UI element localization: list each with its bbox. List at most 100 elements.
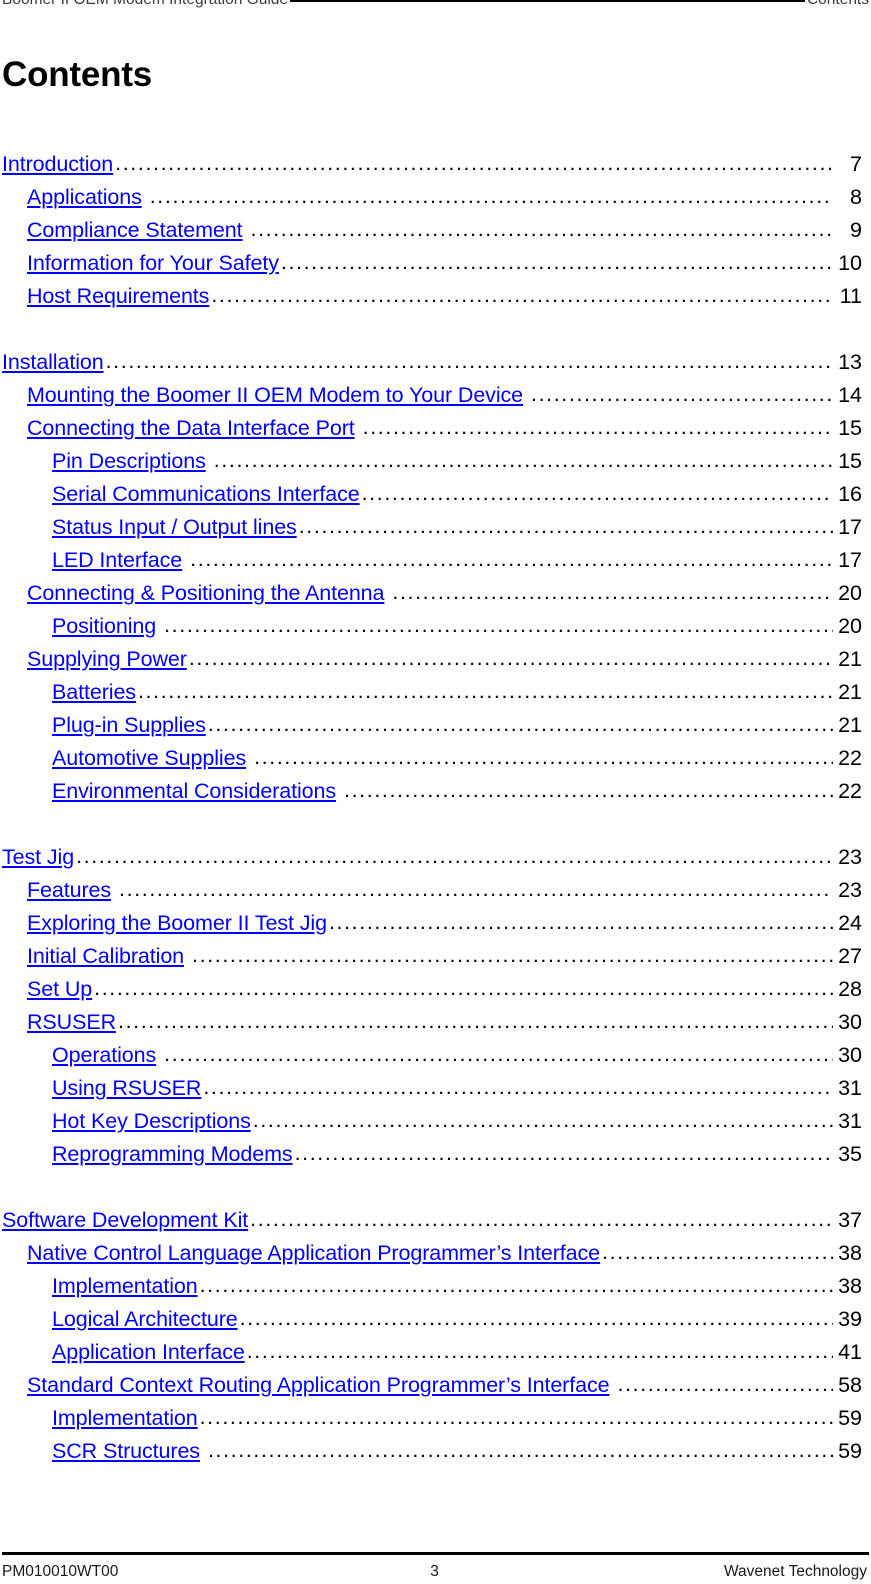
toc-entry-level-3[interactable]: Pin Descriptions 15: [0, 445, 871, 478]
toc-entry-level-3[interactable]: Environmental Considerations 22: [0, 775, 871, 808]
toc-entry-level-3[interactable]: Application Interface 41: [0, 1336, 871, 1369]
toc-entry-link[interactable]: Application Interface: [52, 1336, 245, 1369]
toc-entry-level-2[interactable]: Connecting the Data Interface Port 15: [0, 412, 871, 445]
toc-entry-level-2[interactable]: Native Control Language Application Prog…: [0, 1237, 871, 1270]
toc-entry-level-2[interactable]: Set Up 28: [0, 973, 871, 1006]
toc-entry-link[interactable]: Logical Architecture: [52, 1303, 238, 1336]
toc-entry-level-3[interactable]: Operations 30: [0, 1039, 871, 1072]
toc-entry-link[interactable]: Reprogramming Modems: [52, 1138, 293, 1171]
toc-page-number: 17: [838, 548, 862, 572]
toc-entry-link[interactable]: Supplying Power: [27, 643, 187, 676]
toc-entry-level-3[interactable]: Reprogramming Modems 35: [0, 1138, 871, 1171]
toc-dot-leader: [253, 1105, 833, 1137]
toc-page-number: 8: [850, 185, 862, 209]
toc-entry-link[interactable]: Operations: [52, 1039, 156, 1072]
toc-entry-link[interactable]: LED Interface: [52, 544, 182, 577]
toc-page-number: 39: [838, 1307, 862, 1331]
toc-entry-link[interactable]: Hot Key Descriptions: [52, 1105, 251, 1138]
toc-entry-level-3[interactable]: Batteries 21: [0, 676, 871, 709]
toc-entry-level-3[interactable]: Positioning 20: [0, 610, 871, 643]
toc-entry-link[interactable]: RSUSER: [27, 1006, 116, 1039]
toc-entry-link[interactable]: Compliance Statement: [27, 214, 243, 247]
toc-entry-link[interactable]: Positioning: [52, 610, 156, 643]
toc-entry-level-3[interactable]: SCR Structures 59: [0, 1435, 871, 1468]
toc-entry-link[interactable]: Applications: [27, 181, 142, 214]
toc-dot-leader: [164, 1039, 833, 1071]
toc-entry-link[interactable]: Standard Context Routing Application Pro…: [27, 1369, 610, 1402]
toc-dot-leader: [200, 1270, 833, 1302]
toc-entry-link[interactable]: Pin Descriptions: [52, 445, 206, 478]
header-left-text: Boomer II OEM Modem Integration Guide: [2, 0, 288, 9]
toc-dot-leader: [76, 841, 833, 873]
toc-entry-link[interactable]: Features: [27, 874, 111, 907]
toc-dot-leader: [344, 775, 833, 807]
toc-entry-level-2[interactable]: Supplying Power 21: [0, 643, 871, 676]
toc-entry-level-2[interactable]: Information for Your Safety 10: [0, 247, 871, 280]
toc-entry-level-1[interactable]: Introduction 7: [0, 148, 871, 181]
toc-entry-link[interactable]: Serial Communications Interface: [52, 478, 360, 511]
toc-page-number: 30: [838, 1010, 862, 1034]
toc-entry-link[interactable]: Initial Calibration: [27, 940, 184, 973]
toc-entry-level-2[interactable]: Features 23: [0, 874, 871, 907]
toc-entry-level-3[interactable]: LED Interface 17: [0, 544, 871, 577]
toc-entry-link[interactable]: Installation: [2, 346, 104, 379]
toc-entry-level-3[interactable]: Using RSUSER 31: [0, 1072, 871, 1105]
toc-entry-link[interactable]: Exploring the Boomer II Test Jig: [27, 907, 327, 940]
toc-entry-link[interactable]: Plug-in Supplies: [52, 709, 206, 742]
toc-entry-level-2[interactable]: Connecting & Positioning the Antenna 20: [0, 577, 871, 610]
toc-entry-level-3[interactable]: Plug-in Supplies 21: [0, 709, 871, 742]
toc-dot-leader: [247, 1336, 833, 1368]
toc-entry-link[interactable]: Introduction: [2, 148, 113, 181]
toc-entry-level-3[interactable]: Implementation 38: [0, 1270, 871, 1303]
toc-entry-level-2[interactable]: Mounting the Boomer II OEM Modem to Your…: [0, 379, 871, 412]
toc-entry-link[interactable]: Implementation: [52, 1402, 198, 1435]
toc-entry-level-2[interactable]: Host Requirements 11: [0, 280, 871, 313]
toc-entry-link[interactable]: Mounting the Boomer II OEM Modem to Your…: [27, 379, 523, 412]
toc-dot-leader: [164, 610, 833, 642]
toc-entry-link[interactable]: Host Requirements: [27, 280, 209, 313]
toc-entry-level-2[interactable]: Compliance Statement 9: [0, 214, 871, 247]
toc-entry-link[interactable]: Implementation: [52, 1270, 198, 1303]
toc-entry-level-3[interactable]: Automotive Supplies 22: [0, 742, 871, 775]
toc-dot-leader: [251, 214, 834, 246]
toc-dot-leader: [329, 907, 833, 939]
toc-entry-level-2[interactable]: RSUSER 30: [0, 1006, 871, 1039]
toc-entry-level-3[interactable]: Logical Architecture 39: [0, 1303, 871, 1336]
toc-entry-link[interactable]: Batteries: [52, 676, 136, 709]
toc-entry-link[interactable]: Status Input / Output lines: [52, 511, 297, 544]
toc-entry-link[interactable]: Set Up: [27, 973, 92, 1006]
toc-page-number: 13: [838, 350, 862, 374]
toc-entry-link[interactable]: Using RSUSER: [52, 1072, 201, 1105]
toc-entry-link[interactable]: Native Control Language Application Prog…: [27, 1237, 600, 1270]
toc-entry-level-3[interactable]: Hot Key Descriptions 31: [0, 1105, 871, 1138]
toc-entry-link[interactable]: Software Development Kit: [2, 1204, 248, 1237]
toc-dot-leader: [254, 742, 833, 774]
toc-dot-leader: [602, 1237, 833, 1269]
toc-entry-level-2[interactable]: Standard Context Routing Application Pro…: [0, 1369, 871, 1402]
toc-entry-level-3[interactable]: Status Input / Output lines 17: [0, 511, 871, 544]
toc-entry-link[interactable]: Information for Your Safety: [27, 247, 279, 280]
header-divider: [290, 0, 805, 2]
toc-entry-link[interactable]: Automotive Supplies: [52, 742, 246, 775]
toc-entry-link[interactable]: SCR Structures: [52, 1435, 200, 1468]
toc-entry-level-2[interactable]: Initial Calibration 27: [0, 940, 871, 973]
toc-entry-level-3[interactable]: Serial Communications Interface 16: [0, 478, 871, 511]
toc-spacer: [0, 1171, 871, 1204]
toc-page-number: 20: [838, 614, 862, 638]
toc-entry-link[interactable]: Test Jig: [2, 841, 74, 874]
toc-entry-link[interactable]: Environmental Considerations: [52, 775, 336, 808]
toc-page-number: 38: [838, 1241, 862, 1265]
toc-page-number: 22: [838, 746, 862, 770]
toc-entry-level-2[interactable]: Exploring the Boomer II Test Jig 24: [0, 907, 871, 940]
toc-dot-leader: [250, 1204, 833, 1236]
toc-entry-link[interactable]: Connecting & Positioning the Antenna: [27, 577, 384, 610]
toc-entry-level-2[interactable]: Applications 8: [0, 181, 871, 214]
toc-entry-level-3[interactable]: Implementation 59: [0, 1402, 871, 1435]
toc-entry-link[interactable]: Connecting the Data Interface Port: [27, 412, 355, 445]
toc-entry-level-1[interactable]: Test Jig 23: [0, 841, 871, 874]
toc-page-number: 15: [838, 449, 862, 473]
toc-spacer: [0, 313, 871, 346]
toc-entry-level-1[interactable]: Software Development Kit 37: [0, 1204, 871, 1237]
toc-page-number: 17: [838, 515, 862, 539]
toc-entry-level-1[interactable]: Installation 13: [0, 346, 871, 379]
